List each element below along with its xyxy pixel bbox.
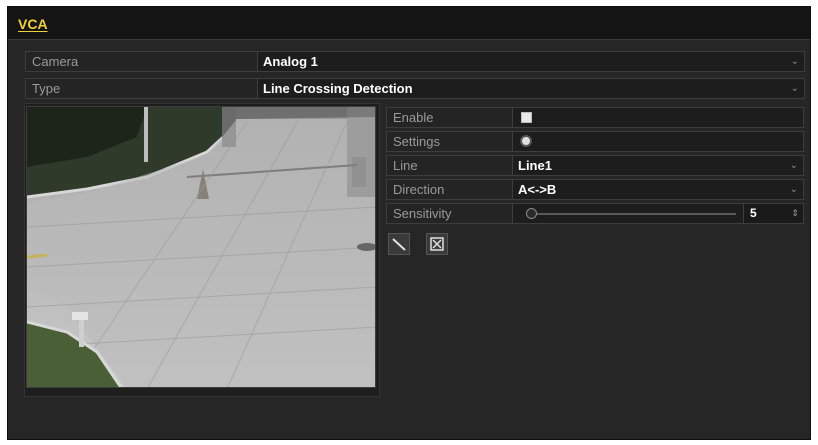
clear-icon: [430, 237, 444, 251]
enable-checkbox[interactable]: [521, 112, 532, 123]
chevron-down-icon[interactable]: ⌄: [791, 79, 799, 98]
line-row[interactable]: Line Line1 ⌄: [386, 155, 804, 176]
chevron-down-icon[interactable]: ⌄: [791, 52, 799, 71]
chevron-down-icon[interactable]: ⌄: [790, 156, 798, 175]
line-label: Line: [387, 156, 513, 175]
settings-label: Settings: [387, 132, 513, 151]
clear-button[interactable]: [426, 233, 448, 255]
enable-label: Enable: [387, 108, 513, 127]
camera-select-value[interactable]: Analog 1: [258, 52, 318, 71]
settings-field: [513, 132, 803, 151]
camera-preview[interactable]: [26, 106, 376, 388]
direction-row[interactable]: Direction A<->B ⌄: [386, 179, 804, 200]
vca-window: VCA Camera Analog 1 ⌄ Type Line Crossing…: [7, 6, 811, 440]
enable-field: [513, 108, 803, 127]
camera-label: Camera: [26, 52, 258, 71]
sensitivity-row: Sensitivity 5 ⇕: [386, 203, 804, 224]
slider-track[interactable]: [531, 213, 736, 215]
direction-label: Direction: [387, 180, 513, 199]
sensitivity-spinbox[interactable]: 5 ⇕: [743, 204, 803, 223]
title-bar: VCA: [8, 7, 810, 40]
sensitivity-value[interactable]: 5: [750, 204, 757, 223]
draw-line-icon: [392, 238, 406, 251]
type-label: Type: [26, 79, 258, 98]
spin-arrows-icon[interactable]: ⇕: [791, 204, 799, 223]
draw-line-button[interactable]: [388, 233, 410, 255]
chevron-down-icon[interactable]: ⌄: [790, 180, 798, 199]
settings-row: Settings: [386, 131, 804, 152]
enable-row: Enable: [386, 107, 804, 128]
type-row[interactable]: Type Line Crossing Detection ⌄: [25, 78, 805, 99]
camera-preview-image: [27, 107, 375, 387]
sensitivity-label: Sensitivity: [387, 204, 513, 223]
type-select-value[interactable]: Line Crossing Detection: [258, 79, 413, 98]
line-select-value[interactable]: Line1: [513, 156, 552, 175]
slider-knob[interactable]: [526, 208, 537, 219]
tab-vca[interactable]: VCA: [18, 16, 48, 32]
camera-row[interactable]: Camera Analog 1 ⌄: [25, 51, 805, 72]
direction-select-value[interactable]: A<->B: [513, 180, 556, 199]
sensitivity-slider[interactable]: [513, 204, 743, 223]
gear-icon[interactable]: [522, 137, 530, 145]
